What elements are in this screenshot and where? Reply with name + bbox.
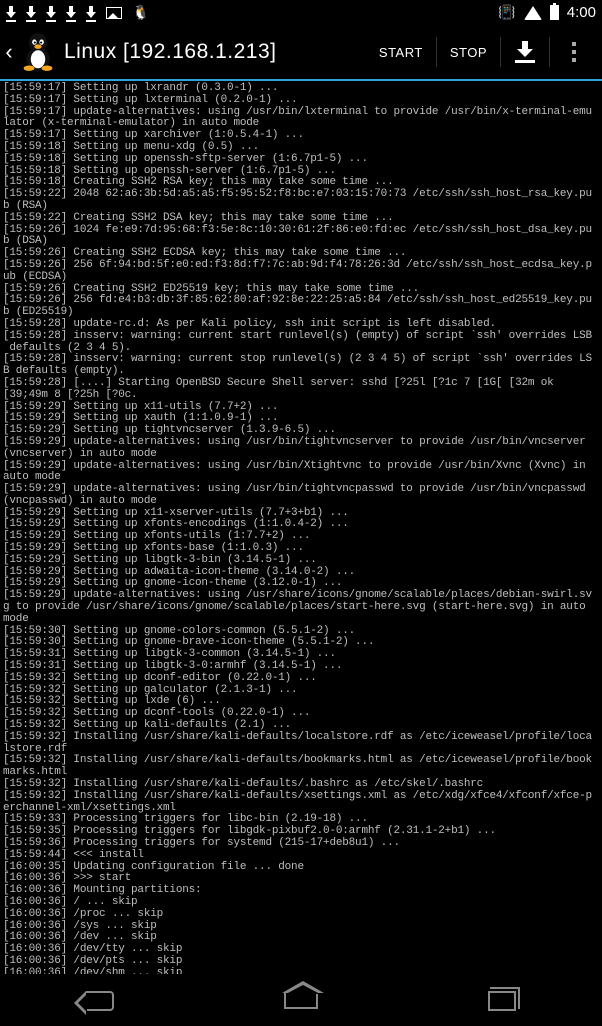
vibrate-icon: 📳 — [498, 4, 515, 21]
download-notification-icon — [86, 6, 96, 20]
android-nav-bar — [0, 976, 602, 1026]
wifi-icon — [524, 6, 542, 20]
app-title: Linux [192.168.1.213] — [64, 40, 277, 64]
battery-icon — [550, 5, 559, 20]
back-button[interactable]: ‹ — [0, 24, 18, 80]
linux-notification-icon: 🐧 — [132, 4, 149, 21]
download-notification-icon — [46, 6, 56, 20]
app-icon-tux[interactable] — [18, 32, 58, 72]
nav-recent-button[interactable] — [472, 986, 532, 1016]
nav-back-button[interactable] — [70, 986, 130, 1016]
image-notification-icon — [106, 7, 122, 19]
terminal-output[interactable]: [15:59:17] Setting up lxrandr (0.3.0-1) … — [0, 81, 602, 974]
clock: 4:00 — [567, 4, 596, 21]
start-button[interactable]: START — [366, 24, 436, 80]
download-notification-icon — [26, 6, 36, 20]
download-button[interactable] — [501, 24, 549, 80]
nav-home-button[interactable] — [271, 986, 331, 1016]
download-notification-icon — [66, 6, 76, 20]
tux-icon — [20, 32, 56, 72]
overflow-menu-button[interactable] — [550, 24, 598, 80]
app-action-bar: ‹ Linux [192.168.1.213] START STOP — [0, 25, 602, 81]
download-notification-icon — [6, 6, 16, 20]
android-status-bar: 🐧 📳 4:00 — [0, 0, 602, 25]
stop-button[interactable]: STOP — [437, 24, 500, 80]
